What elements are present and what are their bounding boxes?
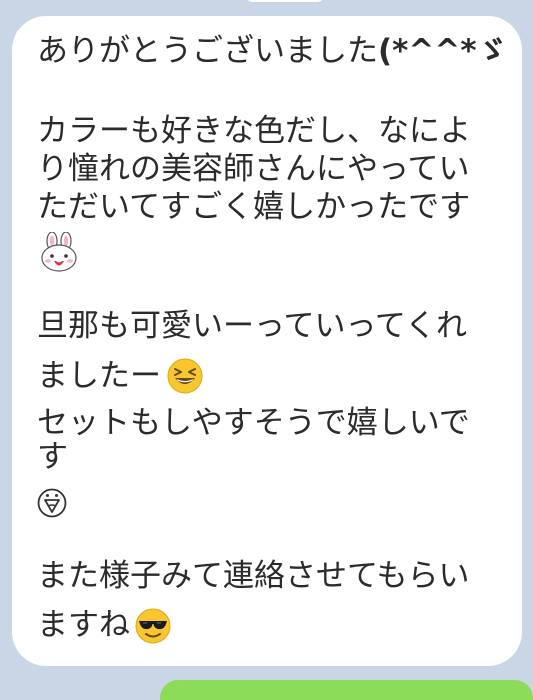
kaomoji-text: (*^^*ゞ xyxy=(378,33,508,69)
message-line: す xyxy=(37,439,68,475)
previous-message-bubble-edge xyxy=(245,0,325,2)
message-line: ありがとうございました(*^^*ゞ xyxy=(37,36,508,67)
message-line: ますね xyxy=(37,607,130,643)
message-line: 旦那も可愛いーっていってくれ xyxy=(37,308,467,344)
message-line: また様子みて連絡させてもらい xyxy=(37,558,470,594)
message-text: ありがとうございました xyxy=(37,33,378,69)
surprised-face-emoji xyxy=(37,488,73,524)
message-line: カラーも好きな色だし、なによ xyxy=(37,113,471,149)
message-line: ましたー xyxy=(37,358,161,394)
sent-message-bubble-edge xyxy=(160,680,533,700)
message-line: セットもしやすそうで嬉しいで xyxy=(37,405,470,441)
grinning-squint-emoji xyxy=(167,358,203,394)
sunglasses-emoji xyxy=(135,608,171,644)
message-line: り憧れの美容師さんにやってい xyxy=(37,151,470,187)
message-line: ただいてすごく嬉しかったです xyxy=(37,189,471,225)
bunny-sticker-emoji xyxy=(39,231,79,272)
